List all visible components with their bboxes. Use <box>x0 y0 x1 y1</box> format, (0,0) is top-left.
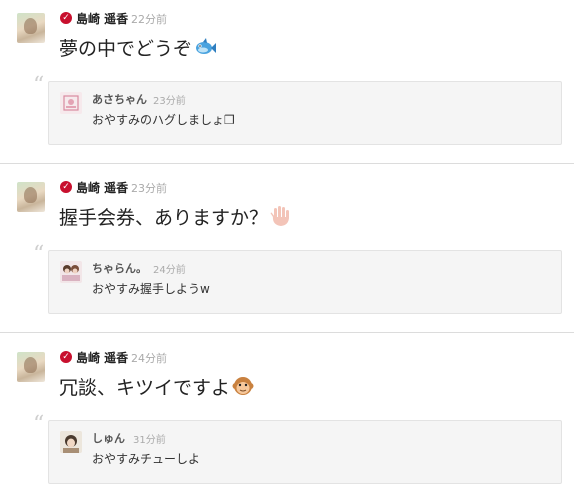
reply-text: おやすみチューしよ <box>92 452 201 466</box>
raised-hand-emoji-icon <box>270 205 292 232</box>
reply-text: おやすみのハグしましょ❒ <box>92 113 235 127</box>
reply-timestamp: 31分前 <box>133 435 166 446</box>
reply-author[interactable]: しゅん <box>92 430 125 446</box>
verified-badge-icon: ✓ <box>60 12 72 24</box>
monkey-emoji-icon <box>232 375 254 402</box>
avatar[interactable] <box>17 182 45 212</box>
comment-post: ✓ 島崎 遥香 22分前 夢の中でどうぞ “ あさちゃん 23分前 おやすみのハ… <box>0 0 574 158</box>
reply-author[interactable]: ちゃらん。 <box>92 260 147 276</box>
reply-timestamp: 23分前 <box>153 96 186 107</box>
post-message: 握手会券、ありますか？ <box>59 203 292 232</box>
post-message-text: 握手会券、ありますか？ <box>59 207 269 229</box>
post-divider <box>0 163 574 164</box>
post-author[interactable]: 島崎 遥香 <box>76 179 128 196</box>
quote-icon: “ <box>33 242 45 267</box>
post-message-text: 冗談、キツイですよ <box>59 377 231 399</box>
post-message-text: 夢の中でどうぞ <box>59 38 193 60</box>
reply-card[interactable]: しゅん 31分前 おやすみチューしよ <box>48 420 562 484</box>
comment-post: ✓ 島崎 遥香 24分前 冗談、キツイですよ “ しゅん 31分前 おやすみチュ… <box>0 339 574 497</box>
quote-icon: “ <box>33 412 45 437</box>
post-author[interactable]: 島崎 遥香 <box>76 10 128 27</box>
reply-card[interactable]: あさちゃん 23分前 おやすみのハグしましょ❒ <box>48 81 562 145</box>
post-timestamp: 22分前 <box>131 13 167 26</box>
post-author[interactable]: 島崎 遥香 <box>76 349 128 366</box>
post-message: 夢の中でどうぞ <box>59 34 217 62</box>
reply-timestamp: 24分前 <box>153 265 186 276</box>
quote-icon: “ <box>33 73 45 98</box>
avatar[interactable] <box>17 352 45 382</box>
post-timestamp: 24分前 <box>131 352 167 365</box>
post-divider <box>0 332 574 333</box>
verified-badge-icon: ✓ <box>60 351 72 363</box>
fish-emoji-icon <box>194 37 217 62</box>
post-message: 冗談、キツイですよ <box>59 373 254 402</box>
reply-author[interactable]: あさちゃん <box>92 91 147 107</box>
verified-badge-icon: ✓ <box>60 181 72 193</box>
comment-post: ✓ 島崎 遥香 23分前 握手会券、ありますか？ “ ちゃらん。 24分前 おや… <box>0 169 574 327</box>
avatar[interactable] <box>17 13 45 43</box>
reply-avatar[interactable] <box>60 431 82 453</box>
reply-text: おやすみ握手しようw <box>92 282 210 296</box>
post-timestamp: 23分前 <box>131 182 167 195</box>
reply-avatar[interactable] <box>60 92 82 114</box>
reply-card[interactable]: ちゃらん。 24分前 おやすみ握手しようw <box>48 250 562 314</box>
reply-avatar[interactable] <box>60 261 82 283</box>
